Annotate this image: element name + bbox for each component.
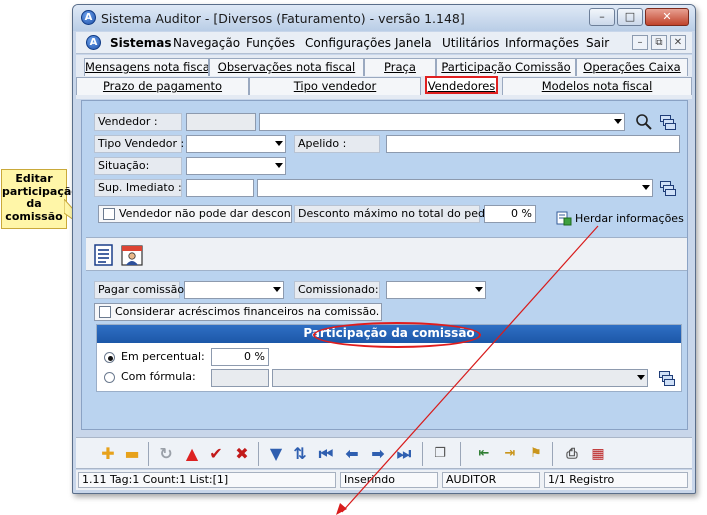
annotation-arrow (336, 225, 599, 515)
